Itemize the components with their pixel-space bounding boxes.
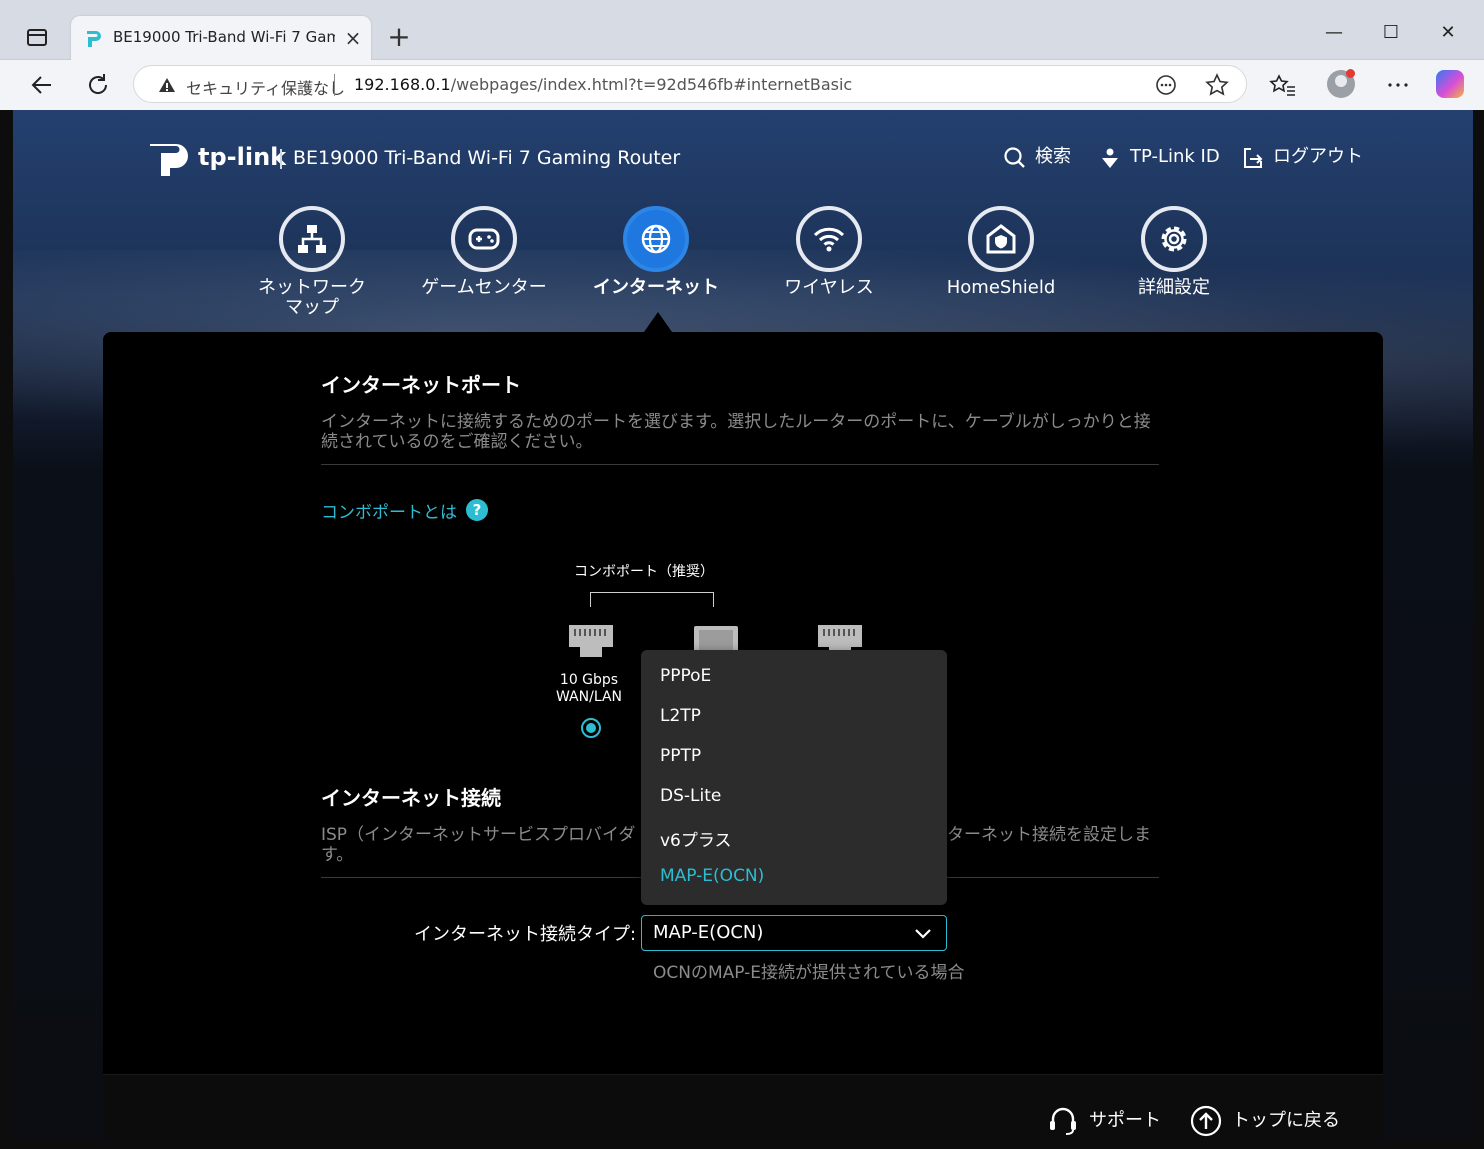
panel-footer: サポート トップに戻る <box>103 1074 1383 1139</box>
url-path: /webpages/index.html?t=92d546fb#internet… <box>450 75 853 94</box>
wifi-icon <box>796 206 862 272</box>
connection-type-label: インターネット接続タイプ: <box>414 924 637 945</box>
content-panel: インターネットポート インターネットに接続するためのポートを選びます。選択したル… <box>103 332 1383 1139</box>
favorite-star-icon[interactable] <box>1203 71 1231 99</box>
logout-label: ログアウト <box>1273 146 1363 167</box>
brand-name: tp-link <box>198 143 287 171</box>
option-pppoe[interactable]: PPPoE <box>660 666 711 686</box>
help-icon[interactable]: ? <box>466 499 488 521</box>
url-text[interactable]: 192.168.0.1/webpages/index.html?t=92d546… <box>354 75 852 94</box>
option-map-e-ocn[interactable]: MAP-E(OCN) <box>660 866 764 886</box>
gamepad-icon <box>451 206 517 272</box>
close-window-button[interactable]: ✕ <box>1428 18 1468 48</box>
section-divider <box>321 464 1159 465</box>
combo-port-caption: コンボポート（推奨） <box>574 564 714 580</box>
address-bar[interactable]: セキュリティ保護なし 192.168.0.1/webpages/index.ht… <box>133 65 1247 103</box>
connection-type-hint: OCNのMAP-E接続が提供されている場合 <box>653 963 965 983</box>
active-nav-pointer <box>644 312 672 332</box>
chevron-down-icon[interactable] <box>914 926 932 940</box>
url-separator <box>334 74 335 96</box>
nav-label: ゲームセンター <box>421 277 547 298</box>
home-shield-icon <box>968 206 1034 272</box>
favorites-list-icon[interactable] <box>1265 68 1301 102</box>
new-tab-button[interactable]: + <box>384 22 414 52</box>
nav-homeshield[interactable]: HomeShield <box>916 206 1086 298</box>
tplink-id-label: TP-Link ID <box>1130 146 1220 167</box>
router-page: tp-link BE19000 Tri-Band Wi-Fi 7 Gaming … <box>13 110 1473 1139</box>
title-bar: BE19000 Tri-Band Wi-Fi 7 Gaming × + — ☐ … <box>0 0 1484 60</box>
more-menu-icon[interactable] <box>1380 68 1416 102</box>
network-map-icon <box>279 206 345 272</box>
more-tools-icon[interactable] <box>1152 71 1180 99</box>
logout-icon <box>1244 148 1263 168</box>
option-ds-lite[interactable]: DS-Lite <box>660 786 721 806</box>
option-pptp[interactable]: PPTP <box>660 746 701 766</box>
headset-icon <box>1050 1107 1076 1135</box>
browser-tab[interactable]: BE19000 Tri-Band Wi-Fi 7 Gaming × <box>71 16 371 60</box>
browser-toolbar: セキュリティ保護なし 192.168.0.1/webpages/index.ht… <box>0 60 1484 110</box>
browser-window: BE19000 Tri-Band Wi-Fi 7 Gaming × + — ☐ … <box>0 0 1484 1149</box>
back-to-top-label: トップに戻る <box>1232 1110 1340 1131</box>
port-label: 10 Gbps WAN/LAN <box>546 672 632 706</box>
nav-game-center[interactable]: ゲームセンター <box>399 206 569 298</box>
back-arrow-icon[interactable] <box>24 68 60 102</box>
connection-type-dropdown: PPPoE L2TP PPTP DS-Lite v6プラス MAP-E(OCN) <box>641 650 947 905</box>
connection-desc-line2: す。 <box>321 845 354 865</box>
option-l2tp[interactable]: L2TP <box>660 706 701 726</box>
minimize-button[interactable]: — <box>1314 18 1354 48</box>
maximize-button[interactable]: ☐ <box>1371 18 1411 48</box>
nav-label: HomeShield <box>946 277 1056 298</box>
port-radio[interactable] <box>581 718 601 738</box>
reload-icon[interactable] <box>80 68 116 102</box>
nav-internet[interactable]: インターネット <box>571 206 741 298</box>
tab-title: BE19000 Tri-Band Wi-Fi 7 Gaming <box>113 28 335 46</box>
nav-network-map[interactable]: ネットワーク マップ <box>227 206 397 318</box>
port-speed: 10 Gbps <box>559 672 619 688</box>
search-icon <box>1004 147 1025 168</box>
nav-label: 詳細設定 <box>1138 277 1210 298</box>
tplink-id-icon <box>1102 148 1118 168</box>
security-label[interactable]: セキュリティ保護なし <box>186 75 345 99</box>
nav-label: ネットワーク マップ <box>258 277 366 318</box>
port-type: WAN/LAN <box>555 689 622 705</box>
tab-actions-icon[interactable] <box>27 29 47 46</box>
arrow-up-circle-icon <box>1190 1105 1222 1137</box>
option-v6plus[interactable]: v6プラス <box>660 826 732 851</box>
nav-wireless[interactable]: ワイヤレス <box>744 206 914 298</box>
support-label: サポート <box>1089 1110 1161 1131</box>
nav-label: ワイヤレス <box>784 277 874 298</box>
connection-desc-right: ターネット接続を設定しま <box>947 825 1151 845</box>
tplink-favicon-icon <box>87 31 101 47</box>
brand-divider <box>280 149 282 169</box>
router-model: BE19000 Tri-Band Wi-Fi 7 Gaming Router <box>293 147 681 169</box>
nav-advanced[interactable]: 詳細設定 <box>1089 206 1259 298</box>
tab-close-icon[interactable]: × <box>341 26 365 50</box>
gear-icon <box>1141 206 1207 272</box>
tplink-logo-icon <box>150 144 188 176</box>
profile-notification-dot <box>1346 69 1355 78</box>
combo-port-link[interactable]: コンボポートとは <box>321 498 457 523</box>
copilot-icon[interactable] <box>1436 70 1464 98</box>
combo-port-bracket <box>590 592 714 607</box>
connection-desc-left: ISP（インターネットサービスプロバイダ <box>321 825 636 845</box>
internet-connection-title: インターネット接続 <box>321 786 501 810</box>
internet-port-title: インターネットポート <box>321 373 521 397</box>
warning-icon[interactable] <box>158 76 176 94</box>
connection-type-select[interactable]: MAP-E(OCN) <box>641 915 947 951</box>
connection-type-value: MAP-E(OCN) <box>653 922 764 943</box>
ethernet-port-icon[interactable] <box>568 624 614 658</box>
internet-port-description: インターネットに接続するためのポートを選びます。選択したルーターのポートに、ケー… <box>321 412 1151 452</box>
globe-icon <box>623 206 689 272</box>
search-label: 検索 <box>1035 146 1071 167</box>
url-host: 192.168.0.1 <box>354 75 451 94</box>
nav-label: インターネット <box>593 277 719 298</box>
